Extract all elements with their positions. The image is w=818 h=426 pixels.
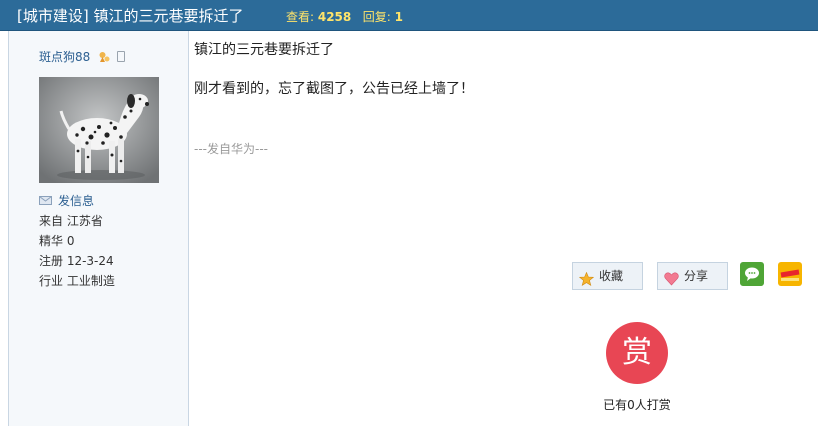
post-area: 斑点狗88 发信息 来自 江苏省 精华 0 注册 12-3-24 行业 工业制造… — [0, 31, 818, 426]
send-message-row[interactable]: 发信息 — [39, 191, 115, 211]
author-sidebar: 斑点狗88 发信息 来自 江苏省 精华 0 注册 12-3-24 行业 工业制造 — [9, 31, 189, 426]
forum-post-page: [城市建设] 镇江的三元巷要拆迁了 查看: 4258 回复: 1 斑点狗88 发… — [0, 0, 818, 426]
replies-label: 回复: — [362, 10, 395, 24]
favorite-button[interactable]: 收藏 — [572, 262, 643, 290]
wechat-icon[interactable] — [740, 262, 764, 286]
share-label: 分享 — [684, 269, 709, 283]
heart-icon — [664, 269, 679, 286]
author-location: 来自 江苏省 — [39, 214, 103, 228]
star-icon — [578, 269, 595, 286]
views-label: 查看: — [286, 10, 318, 24]
author-name[interactable]: 斑点狗88 — [39, 50, 90, 64]
reward-count: 已有0人打赏 — [603, 398, 671, 412]
replies-count: 1 — [394, 10, 403, 24]
post-content: 镇江的三元巷要拆迁了 刚才看到的，忘了截图了，公告已经上墙了！ ---发自华为-… — [194, 31, 814, 426]
views-count: 4258 — [317, 10, 352, 24]
author-info: 发信息 来自 江苏省 精华 0 注册 12-3-24 行业 工业制造 — [39, 191, 115, 291]
author-digest: 精华 0 — [39, 234, 75, 248]
avatar[interactable] — [39, 77, 159, 183]
post-signature: ---发自华为--- — [194, 142, 268, 156]
send-message-link[interactable]: 发信息 — [58, 194, 94, 208]
author-registered: 注册 12-3-24 — [39, 254, 114, 268]
post-body: 刚才看到的，忘了截图了，公告已经上墙了！ — [194, 81, 474, 97]
phone-icon — [117, 51, 126, 62]
favorite-label: 收藏 — [599, 269, 624, 283]
share-button[interactable]: 分享 — [657, 262, 728, 290]
post-title: 镇江的三元巷要拆迁了 — [194, 42, 334, 58]
envelope-icon — [39, 191, 52, 205]
thread-header: [城市建设] 镇江的三元巷要拆迁了 查看: 4258 回复: 1 — [0, 0, 818, 31]
reward-button[interactable]: 赏 — [606, 322, 668, 384]
medal-icon — [98, 48, 110, 62]
author-industry: 行业 工业制造 — [39, 274, 115, 288]
dalmatian-dog-photo — [39, 77, 159, 183]
thread-title[interactable]: [城市建设] 镇江的三元巷要拆迁了 — [17, 5, 243, 26]
myqq-icon[interactable] — [778, 262, 802, 286]
thread-stats: 查看: 4258 回复: 1 — [286, 8, 403, 25]
author-row: 斑点狗88 — [39, 46, 126, 65]
